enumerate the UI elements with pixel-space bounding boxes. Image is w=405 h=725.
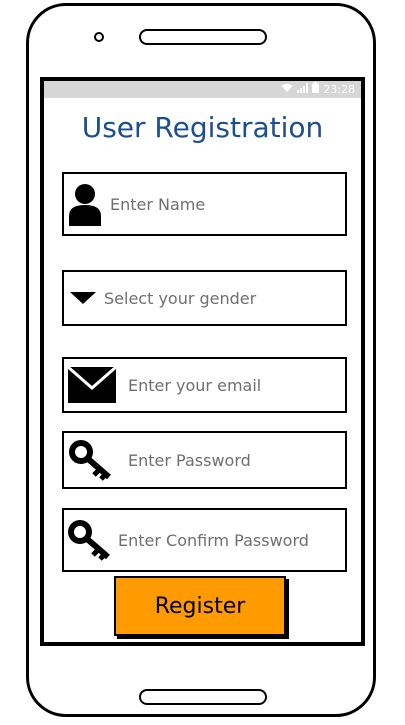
- confirm-password-placeholder: Enter Confirm Password: [118, 530, 309, 550]
- home-button[interactable]: [139, 689, 267, 705]
- status-time: 23:28: [323, 82, 355, 96]
- dropdown-arrow-icon: [66, 278, 100, 318]
- user-icon: [64, 174, 106, 234]
- status-bar: 23:28: [44, 81, 361, 98]
- front-camera: [94, 32, 104, 42]
- page-title: User Registration: [81, 111, 324, 144]
- envelope-icon: [64, 359, 120, 411]
- password-field[interactable]: Enter Password: [62, 431, 347, 489]
- key-icon: [64, 433, 120, 487]
- wifi-icon: [281, 83, 293, 96]
- password-placeholder: Enter Password: [128, 450, 251, 470]
- email-placeholder: Enter your email: [128, 375, 262, 395]
- app-screen: 23:28 User Registration Enter Name Selec…: [40, 77, 365, 646]
- confirm-password-field[interactable]: Enter Confirm Password: [62, 508, 347, 572]
- register-button[interactable]: Register: [114, 576, 286, 636]
- gender-select[interactable]: Select your gender: [62, 270, 347, 326]
- signal-icon: [297, 82, 309, 96]
- key-icon: [64, 511, 118, 569]
- name-placeholder: Enter Name: [110, 194, 206, 214]
- earpiece-speaker: [139, 29, 267, 45]
- email-field[interactable]: Enter your email: [62, 357, 347, 413]
- gender-placeholder: Select your gender: [104, 288, 257, 308]
- battery-icon: [312, 82, 320, 96]
- name-field[interactable]: Enter Name: [62, 172, 347, 236]
